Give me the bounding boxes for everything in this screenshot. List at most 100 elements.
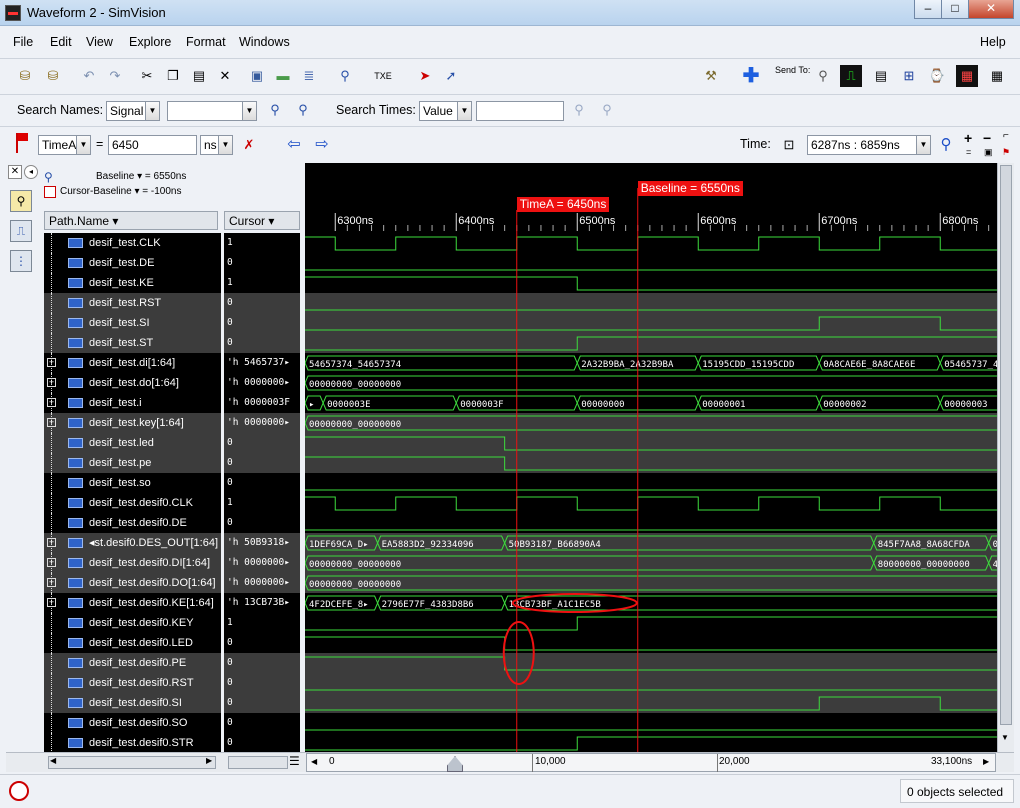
signal-name-cell[interactable]: desif_test.desif0.CLK	[44, 493, 221, 513]
search-times-type-select[interactable]: Value ▼	[419, 101, 472, 121]
signal-row[interactable]: desif_test.pe 0	[44, 453, 300, 473]
expand-icon[interactable]: +	[47, 418, 56, 427]
close-panel-icon[interactable]: ✕	[8, 165, 22, 179]
expand-icon[interactable]: +	[47, 598, 56, 607]
signal-name-cell[interactable]: + desif_test.i	[44, 393, 221, 413]
menu-help[interactable]: Help	[980, 35, 1006, 49]
menu-explore[interactable]: Explore	[129, 35, 171, 49]
signal-name-cell[interactable]: desif_test.so	[44, 473, 221, 493]
create-bus-icon[interactable]: ▬	[272, 65, 294, 87]
search-times-previous-icon[interactable]: ⚲	[568, 99, 590, 121]
signal-name-cell[interactable]: + desif_test.do[1:64]	[44, 373, 221, 393]
cursor-column-header[interactable]: Cursor ▾	[224, 211, 300, 230]
expand-icon[interactable]: +	[47, 398, 56, 407]
list-icon[interactable]: ☰	[289, 754, 300, 768]
expand-icon[interactable]: +	[47, 558, 56, 567]
signal-name-cell[interactable]: desif_test.desif0.SO	[44, 713, 221, 733]
zoom-cursor-icon[interactable]: ⌐	[1003, 130, 1009, 141]
cursor-hscroll[interactable]	[228, 756, 288, 769]
signal-row[interactable]: + desif_test.desif0.KE[1:64] 'h 13CB73B▸	[44, 593, 300, 613]
cursor-time-input[interactable]: 6450	[108, 135, 197, 155]
signal-row[interactable]: desif_test.desif0.LED 0	[44, 633, 300, 653]
create-condition-icon[interactable]: ≣	[298, 65, 320, 87]
send-source-icon[interactable]: ▤	[870, 65, 892, 87]
signal-name-cell[interactable]: desif_test.desif0.LED	[44, 633, 221, 653]
previous-edge-icon[interactable]: ⇦	[283, 134, 305, 156]
timea-marker-label[interactable]: TimeA = 6450ns	[516, 197, 610, 212]
signal-name-cell[interactable]: desif_test.KE	[44, 273, 221, 293]
cursor-baseline-value[interactable]: Cursor-Baseline ▾ = -100ns	[60, 186, 181, 197]
close-button[interactable]: ✕	[968, 0, 1014, 19]
expression-icon[interactable]: TXE	[372, 65, 394, 87]
signal-name-cell[interactable]: desif_test.desif0.RST	[44, 673, 221, 693]
signal-name-cell[interactable]: + desif_test.desif0.DI[1:64]	[44, 553, 221, 573]
scroll-left-icon[interactable]: ◀	[50, 756, 56, 765]
expand-icon[interactable]: +	[47, 358, 56, 367]
create-group-icon[interactable]: ▣	[246, 65, 268, 87]
signal-name-cell[interactable]: desif_test.desif0.DE	[44, 513, 221, 533]
signal-row[interactable]: + desif_test.do[1:64] 'h 0000000▸	[44, 373, 300, 393]
search-names-input[interactable]: ▼	[167, 101, 257, 121]
menu-view[interactable]: View	[86, 35, 113, 49]
names-hscroll[interactable]	[48, 756, 216, 769]
search-times-input[interactable]	[476, 101, 564, 121]
signal-name-cell[interactable]: desif_test.led	[44, 433, 221, 453]
signal-row[interactable]: desif_test.desif0.PE 0	[44, 653, 300, 673]
waveform-canvas[interactable]: 6300ns 6400ns 6500ns 6600ns 6700ns 6800ns 5465…	[305, 163, 997, 752]
zoom-center-icon[interactable]: =	[966, 147, 971, 157]
time-range-icon[interactable]: ⊡	[778, 134, 800, 156]
scroll-down-icon[interactable]: ▼	[1001, 733, 1009, 742]
signal-row[interactable]: desif_test.CLK 1	[44, 233, 300, 253]
add-icon[interactable]: ✚	[740, 65, 762, 87]
signal-row[interactable]: desif_test.desif0.RST 0	[44, 673, 300, 693]
paste-icon[interactable]: ▤	[188, 65, 210, 87]
signal-row[interactable]: desif_test.desif0.SI 0	[44, 693, 300, 713]
cursor-select[interactable]: TimeA ▼	[38, 135, 91, 155]
redo-icon[interactable]: ↷	[104, 65, 126, 87]
baseline-marker-label[interactable]: Baseline = 6550ns	[637, 181, 743, 196]
delete-cursor-icon[interactable]: ✗	[238, 134, 260, 156]
signal-name-cell[interactable]: desif_test.ST	[44, 333, 221, 353]
signal-row[interactable]: + desif_test.i 'h 0000003F	[44, 393, 300, 413]
signal-row[interactable]: + desif_test.di[1:64] 'h 5465737▸	[44, 353, 300, 373]
app-icon[interactable]	[5, 5, 21, 21]
send-memory-icon[interactable]: ▦	[956, 65, 978, 87]
signal-name-cell[interactable]: desif_test.RST	[44, 293, 221, 313]
signal-row[interactable]: desif_test.desif0.DE 0	[44, 513, 300, 533]
search-names-previous-icon[interactable]: ⚲	[264, 99, 286, 121]
zoom-in-icon[interactable]: +	[964, 130, 972, 146]
zoom-fit-icon[interactable]: ⚲	[935, 134, 957, 156]
signal-row[interactable]: desif_test.RST 0	[44, 293, 300, 313]
signal-name-cell[interactable]: desif_test.pe	[44, 453, 221, 473]
open-database-icon[interactable]: ⛁	[14, 65, 36, 87]
baseline-flag-icon[interactable]	[44, 186, 56, 198]
signal-name-cell[interactable]: + desif_test.desif0.KE[1:64]	[44, 593, 221, 613]
search-times-next-icon[interactable]: ⚲	[596, 99, 618, 121]
signal-row[interactable]: desif_test.led 0	[44, 433, 300, 453]
signal-name-cell[interactable]: desif_test.desif0.KEY	[44, 613, 221, 633]
vertical-scroll-thumb[interactable]	[1000, 165, 1012, 725]
overview-view-handle[interactable]	[447, 756, 463, 772]
scroll-right-icon[interactable]: ▶	[206, 756, 212, 765]
signal-name-cell[interactable]: desif_test.desif0.PE	[44, 653, 221, 673]
zoom-out-icon[interactable]: −	[983, 130, 991, 146]
signal-row[interactable]: desif_test.SI 0	[44, 313, 300, 333]
reload-database-icon[interactable]: ⛁	[42, 65, 64, 87]
signal-row[interactable]: desif_test.KE 1	[44, 273, 300, 293]
signal-row[interactable]: desif_test.desif0.STR 0	[44, 733, 300, 753]
baseline-search-icon[interactable]: ⚲	[44, 170, 56, 184]
find-icon[interactable]: ⚲	[334, 65, 356, 87]
maximize-button[interactable]: □	[941, 0, 969, 19]
tools-icon[interactable]: ⚒	[700, 65, 722, 87]
signal-name-cell[interactable]: + desif_test.key[1:64]	[44, 413, 221, 433]
search-names-next-icon[interactable]: ⚲	[292, 99, 314, 121]
signal-row[interactable]: + ◂st.desif0.DES_OUT[1:64] 'h 50B9318▸	[44, 533, 300, 553]
next-edge-icon[interactable]: ⇨	[311, 134, 333, 156]
menu-windows[interactable]: Windows	[239, 35, 290, 49]
expand-icon[interactable]: +	[47, 378, 56, 387]
stop-icon[interactable]	[9, 781, 29, 801]
time-overview-bar[interactable]: ◀ 0 10,000 20,000 33,100ns ▶	[306, 753, 996, 772]
menu-file[interactable]: File	[13, 35, 33, 49]
signal-row[interactable]: desif_test.so 0	[44, 473, 300, 493]
send-calculator-icon[interactable]: ▦	[986, 65, 1008, 87]
